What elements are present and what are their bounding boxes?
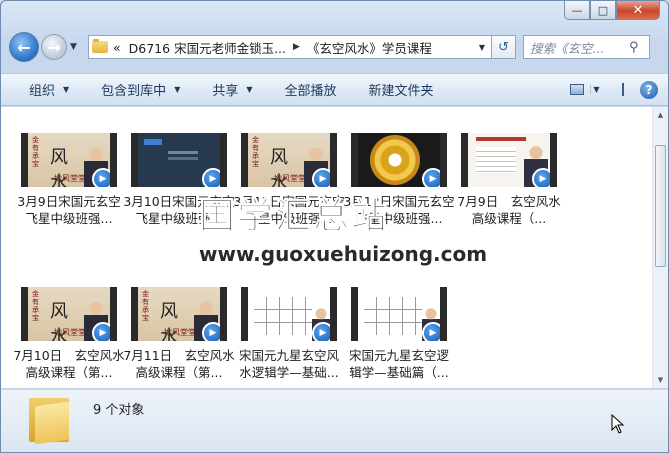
media-player-icon: ▶ [532, 168, 550, 187]
recent-pages-dropdown-icon[interactable]: ▼ [70, 42, 82, 52]
search-icon[interactable]: ⚲ [629, 40, 649, 55]
scroll-thumb[interactable] [655, 145, 666, 267]
file-name: 宋国元九星玄空逻辑学—基础篇（... [348, 348, 449, 380]
video-thumbnail: 金有承宝 风水 地风堂堂 ▶ [21, 133, 117, 187]
view-icon [570, 84, 584, 95]
toolbar-right: ▼ ? [566, 80, 668, 100]
media-player-icon: ▶ [312, 168, 330, 187]
back-arrow-icon[interactable]: ← [9, 32, 39, 62]
preview-pane-button[interactable] [602, 80, 624, 100]
explorer-window: — □ ✕ ← → ▼ « D6716 宋国元老师金锁玉... ▶ 《玄空风水》… [0, 0, 669, 453]
video-thumbnail: ▶ [241, 287, 337, 341]
details-pane: 9 个对象 [1, 390, 668, 452]
media-player-icon: ▶ [92, 168, 110, 187]
address-prefix[interactable]: « [113, 40, 121, 55]
refresh-icon[interactable]: ↺ [492, 35, 516, 59]
video-thumbnail: 金有承宝 风水 地风堂堂 ▶ [131, 287, 227, 341]
play-all-button[interactable]: 全部播放 [269, 80, 353, 99]
forward-arrow-icon[interactable]: → [41, 34, 67, 60]
search-placeholder: 搜索《玄空... [530, 40, 605, 56]
file-name: 7月9日 玄空风水高级课程（... [457, 194, 561, 226]
help-icon[interactable]: ? [640, 80, 658, 99]
file-item[interactable]: ▶ 7月9日 玄空风水高级课程（... [453, 133, 565, 227]
organize-label: 组织 [29, 84, 56, 99]
chevron-down-icon: ▼ [246, 85, 253, 94]
chevron-down-icon: ▼ [63, 85, 70, 94]
navigation-bar: ← → ▼ « D6716 宋国元老师金锁玉... ▶ 《玄空风水》学员课程 ▼… [9, 31, 660, 63]
video-thumbnail: ▶ [351, 133, 447, 187]
breadcrumb-parent[interactable]: D6716 宋国元老师金锁玉... [129, 38, 286, 57]
media-player-icon: ▶ [202, 322, 220, 341]
address-dropdown-icon[interactable]: ▼ [473, 43, 491, 52]
file-item[interactable]: ▶ 宋国元九星玄空逻辑学—基础篇（... [343, 287, 455, 381]
video-thumbnail: 金有承宝 风水 地风堂堂 ▶ [241, 133, 337, 187]
mouse-cursor-icon [611, 414, 625, 434]
item-count: 9 个对象 [93, 403, 145, 418]
change-view-button[interactable] [566, 80, 588, 100]
chevron-down-icon: ▼ [174, 85, 181, 94]
scroll-down-icon[interactable]: ▼ [653, 372, 668, 388]
view-dropdown-icon[interactable]: ▼ [590, 85, 602, 94]
minimize-button[interactable]: — [564, 1, 590, 20]
media-player-icon: ▶ [422, 168, 440, 187]
watermark-url: www.guoxuehuizong.com [199, 242, 488, 266]
media-player-icon: ▶ [92, 322, 110, 341]
address-bar[interactable]: « D6716 宋国元老师金锁玉... ▶ 《玄空风水》学员课程 ▼ [88, 35, 492, 59]
maximize-button[interactable]: □ [590, 1, 616, 20]
organize-menu[interactable]: 组织 ▼ [13, 80, 85, 99]
video-thumbnail: ▶ [461, 133, 557, 187]
media-player-icon: ▶ [312, 322, 330, 341]
file-item[interactable]: ▶ 宋国元九星玄空风水逻辑学—基础... [233, 287, 345, 381]
file-item[interactable]: 金有承宝 风水 地风堂堂 ▶ 7月10日 玄空风水高级课程（第... [13, 287, 125, 381]
file-name: 宋国元九星玄空风水逻辑学—基础... [238, 348, 339, 380]
file-item[interactable]: 金有承宝 风水 地风堂堂 ▶ 7月11日 玄空风水高级课程（第... [123, 287, 235, 381]
close-button[interactable]: ✕ [616, 1, 660, 20]
include-in-library-menu[interactable]: 包含到库中 ▼ [85, 80, 196, 99]
share-label: 共享 [212, 84, 239, 99]
video-thumbnail: 金有承宝 风水 地风堂堂 ▶ [21, 287, 117, 341]
file-name: 3月9日宋国元玄空飞星中级班强... [17, 194, 121, 226]
share-menu[interactable]: 共享 ▼ [196, 80, 268, 99]
folder-large-icon [29, 396, 69, 445]
file-name: 7月11日 玄空风水高级课程（第... [123, 348, 235, 380]
search-input[interactable]: 搜索《玄空... ⚲ [523, 35, 650, 59]
video-thumbnail: ▶ [351, 287, 447, 341]
include-in-library-label: 包含到库中 [101, 84, 167, 99]
media-player-icon: ▶ [202, 168, 220, 187]
video-thumbnail: ▶ [131, 133, 227, 187]
vertical-scrollbar[interactable]: ▲ ▼ [652, 107, 668, 388]
breadcrumb-current[interactable]: 《玄空风水》学员课程 [307, 38, 432, 57]
scroll-up-icon[interactable]: ▲ [653, 107, 668, 123]
file-name: 7月10日 玄空风水高级课程（第... [13, 348, 125, 380]
caption-buttons: — □ ✕ [564, 1, 660, 20]
file-item[interactable]: 金有承宝 风水 地风堂堂 ▶ 3月9日宋国元玄空飞星中级班强... [13, 133, 125, 227]
new-folder-button[interactable]: 新建文件夹 [353, 80, 450, 99]
breadcrumb-separator-icon[interactable]: ▶ [293, 42, 300, 52]
media-player-icon: ▶ [422, 322, 440, 341]
folder-icon [92, 39, 108, 53]
preview-pane-icon [622, 83, 624, 96]
watermark-chinese: 国学汇总站 [198, 196, 390, 238]
command-bar: 组织 ▼ 包含到库中 ▼ 共享 ▼ 全部播放 新建文件夹 ▼ ? [1, 73, 668, 106]
